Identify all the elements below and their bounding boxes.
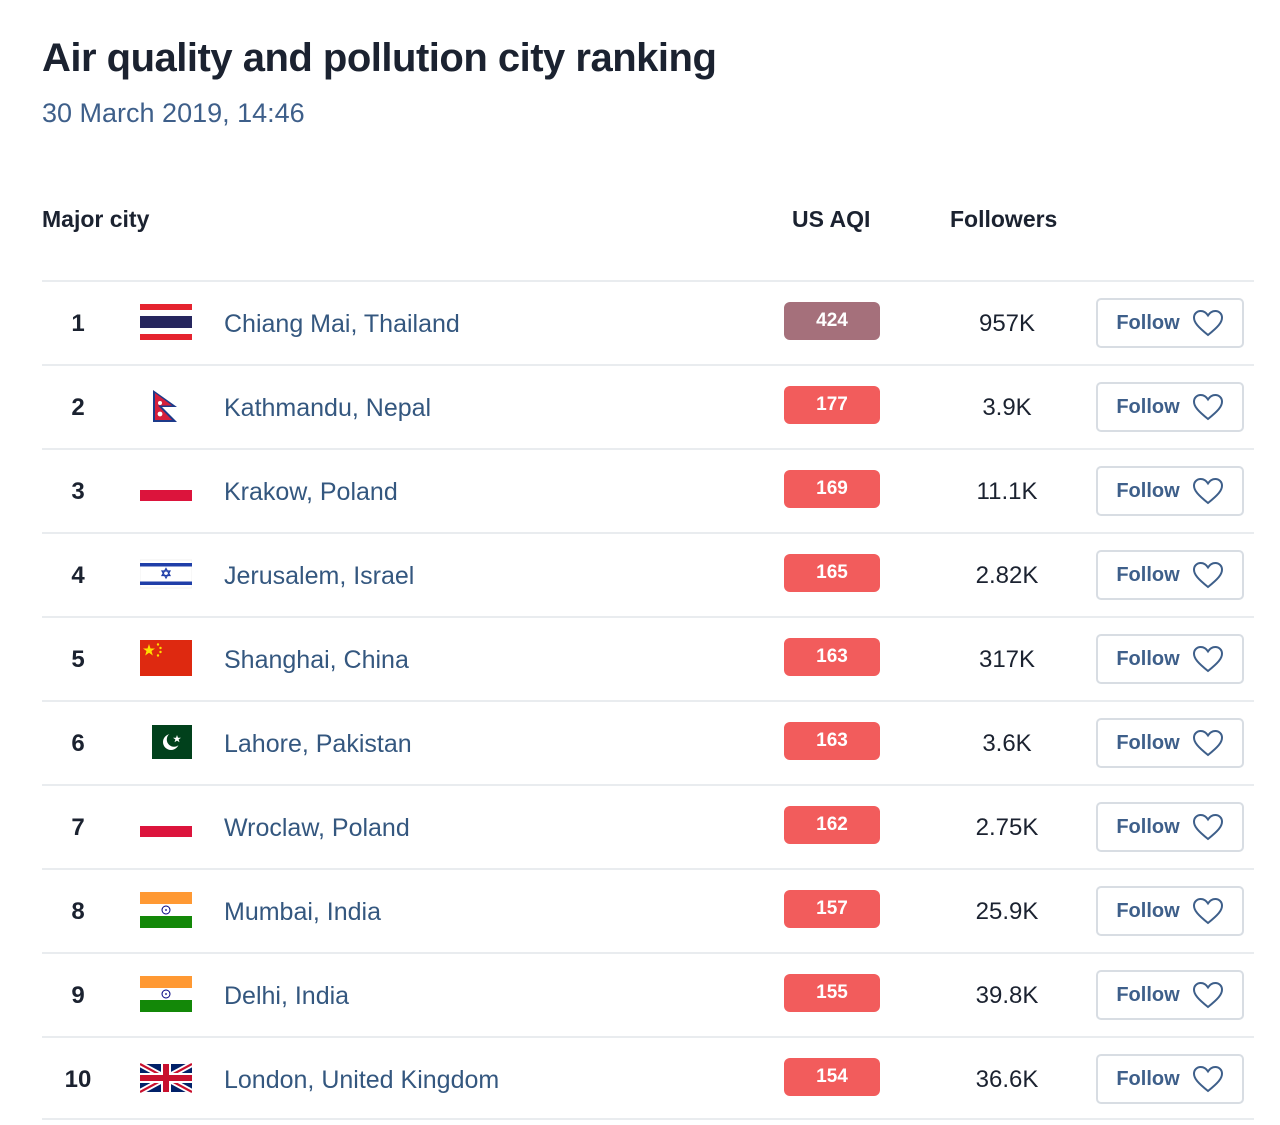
follow-button[interactable]: Follow [1096, 886, 1244, 936]
ranking-table: 1 Chiang Mai, Thailand 424 957K Follow 2… [42, 280, 1254, 1120]
heart-icon [1192, 1065, 1223, 1093]
aqi-badge: 155 [784, 974, 880, 1012]
rank-number: 9 [71, 982, 85, 1009]
followers-count: 2.82K [975, 562, 1039, 589]
aqi-badge: 154 [784, 1058, 880, 1096]
follow-button[interactable]: Follow [1096, 550, 1244, 600]
follow-label: Follow [1116, 899, 1180, 922]
table-row: 8 Mumbai, India 157 25.9K Follow [42, 868, 1254, 952]
city-link[interactable]: Lahore, Pakistan [224, 730, 412, 759]
aqi-badge: 163 [784, 638, 880, 676]
flag-pakistan-icon [140, 724, 192, 760]
page-title: Air quality and pollution city ranking [42, 36, 717, 80]
column-header-city: Major city [42, 206, 150, 232]
city-link[interactable]: Kathmandu, Nepal [224, 394, 431, 423]
city-link[interactable]: Shanghai, China [224, 646, 409, 675]
follow-label: Follow [1116, 563, 1180, 586]
follow-button[interactable]: Follow [1096, 466, 1244, 516]
heart-icon [1192, 477, 1223, 505]
heart-icon [1192, 309, 1223, 337]
heart-icon [1192, 393, 1223, 421]
city-link[interactable]: London, United Kingdom [224, 1066, 499, 1095]
followers-count: 3.6K [982, 730, 1032, 757]
followers-count: 25.9K [975, 898, 1039, 925]
rank-number: 3 [71, 478, 85, 505]
aqi-badge: 162 [784, 806, 880, 844]
table-row: 9 Delhi, India 155 39.8K Follow [42, 952, 1254, 1036]
follow-button[interactable]: Follow [1096, 718, 1244, 768]
table-row: 1 Chiang Mai, Thailand 424 957K Follow [42, 280, 1254, 364]
heart-icon [1192, 813, 1223, 841]
rank-number: 4 [71, 562, 85, 589]
rank-number: 6 [71, 730, 85, 757]
table-row: 2 Kathmandu, Nepal 177 3.9K Follow [42, 364, 1254, 448]
aqi-badge: 424 [784, 302, 880, 340]
follow-label: Follow [1116, 983, 1180, 1006]
flag-india-icon [140, 892, 192, 928]
aqi-badge: 169 [784, 470, 880, 508]
follow-button[interactable]: Follow [1096, 802, 1244, 852]
follow-button[interactable]: Follow [1096, 1054, 1244, 1104]
rank-number: 8 [71, 898, 85, 925]
follow-label: Follow [1116, 311, 1180, 334]
followers-count: 317K [978, 646, 1036, 673]
flag-china-icon [140, 640, 192, 676]
table-row: 6 Lahore, Pakistan 163 3.6K Follow [42, 700, 1254, 784]
rank-number: 10 [64, 1066, 92, 1093]
aqi-badge: 157 [784, 890, 880, 928]
aqi-badge: 177 [784, 386, 880, 424]
heart-icon [1192, 981, 1223, 1009]
flag-uk-icon [140, 1060, 192, 1096]
followers-count: 3.9K [982, 394, 1032, 421]
follow-button[interactable]: Follow [1096, 298, 1244, 348]
follow-label: Follow [1116, 1067, 1180, 1090]
city-link[interactable]: Wroclaw, Poland [224, 814, 410, 843]
follow-button[interactable]: Follow [1096, 382, 1244, 432]
flag-israel-icon [140, 556, 192, 592]
heart-icon [1192, 729, 1223, 757]
rank-number: 2 [71, 394, 85, 421]
ranking-page: Air quality and pollution city ranking 3… [0, 0, 1280, 1125]
column-header-aqi: US AQI [792, 206, 871, 232]
rank-number: 1 [71, 310, 85, 337]
follow-label: Follow [1116, 479, 1180, 502]
flag-thailand-icon [140, 304, 192, 340]
table-row: 5 Shanghai, China 163 317K Follow [42, 616, 1254, 700]
flag-poland-icon [140, 808, 192, 844]
aqi-badge: 163 [784, 722, 880, 760]
followers-count: 36.6K [975, 1066, 1039, 1093]
flag-poland-icon [140, 472, 192, 508]
follow-label: Follow [1116, 815, 1180, 838]
rank-number: 7 [71, 814, 85, 841]
flag-nepal-icon [140, 388, 192, 424]
table-row: 4 Jerusalem, Israel 165 2.82K Follow [42, 532, 1254, 616]
follow-label: Follow [1116, 395, 1180, 418]
follow-button[interactable]: Follow [1096, 634, 1244, 684]
aqi-badge: 165 [784, 554, 880, 592]
city-link[interactable]: Mumbai, India [224, 898, 381, 927]
followers-count: 957K [978, 310, 1036, 337]
flag-india-icon [140, 976, 192, 1012]
heart-icon [1192, 897, 1223, 925]
rank-number: 5 [71, 646, 85, 673]
city-link[interactable]: Delhi, India [224, 982, 349, 1011]
heart-icon [1192, 645, 1223, 673]
heart-icon [1192, 561, 1223, 589]
timestamp: 30 March 2019, 14:46 [42, 98, 305, 128]
table-row: 10 London, United Kingdom 154 36.6K Foll… [42, 1036, 1254, 1120]
followers-count: 39.8K [975, 982, 1039, 1009]
city-link[interactable]: Krakow, Poland [224, 478, 398, 507]
city-link[interactable]: Chiang Mai, Thailand [224, 310, 460, 339]
follow-label: Follow [1116, 731, 1180, 754]
table-row: 3 Krakow, Poland 169 11.1K Follow [42, 448, 1254, 532]
table-row: 7 Wroclaw, Poland 162 2.75K Follow [42, 784, 1254, 868]
followers-count: 11.1K [976, 478, 1038, 505]
followers-count: 2.75K [975, 814, 1039, 841]
column-header-followers: Followers [950, 206, 1058, 232]
city-link[interactable]: Jerusalem, Israel [224, 562, 414, 591]
follow-label: Follow [1116, 647, 1180, 670]
follow-button[interactable]: Follow [1096, 970, 1244, 1020]
